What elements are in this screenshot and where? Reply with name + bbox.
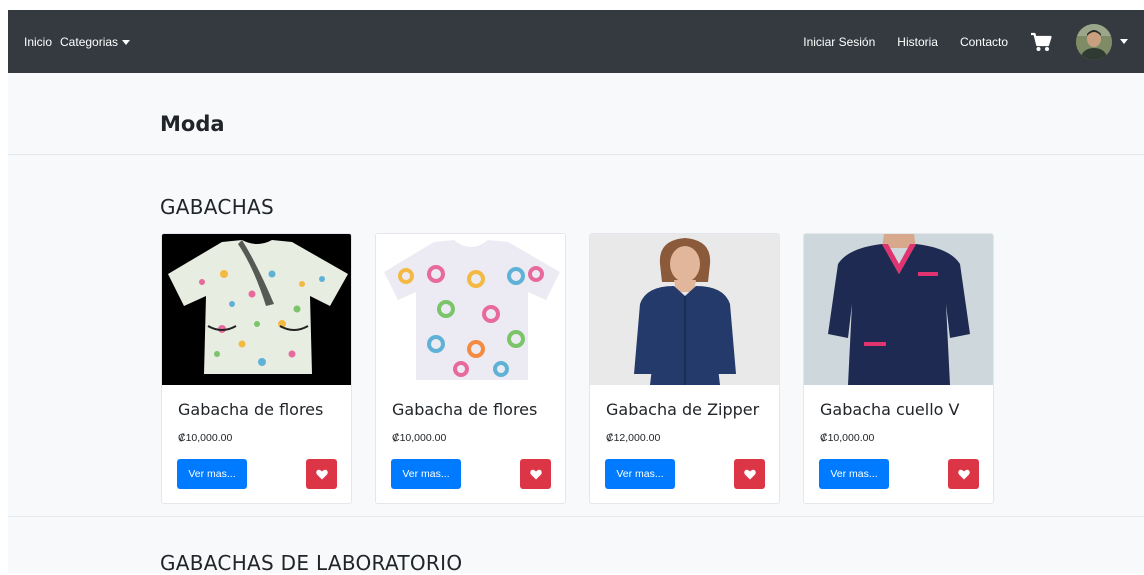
product-name: Gabacha de flores [392,400,538,419]
product-card: Gabacha de flores ₡10,000.00 Ver mas... [161,233,352,504]
product-price: ₡10,000.00 [392,432,447,444]
product-grid: Gabacha de flores ₡10,000.00 Ver mas... [161,233,994,504]
heart-icon [957,469,970,479]
shopping-cart-icon[interactable] [1030,32,1052,52]
avatar-photo-icon [1076,23,1112,60]
product-image[interactable] [804,234,993,385]
nav-login-link[interactable]: Iniciar Sesión [803,35,875,49]
section-divider [8,516,1144,517]
favorite-button[interactable] [306,459,337,489]
product-price: ₡10,000.00 [178,432,233,444]
page-title: Moda [160,112,225,136]
user-avatar[interactable] [1076,23,1112,60]
favorite-button[interactable] [734,459,765,489]
see-more-button[interactable]: Ver mas... [391,459,461,489]
heart-icon [743,469,756,479]
avatar-caret-down-icon[interactable] [1120,39,1128,44]
section-title-gabachas: GABACHAS [160,195,275,219]
nav-categories-label: Categorias [60,34,119,49]
product-card: Gabacha de flores ₡10,000.00 Ver mas... [375,233,566,504]
product-price: ₡10,000.00 [820,432,875,444]
product-card: Gabacha cuello V ₡10,000.00 Ver mas... [803,233,994,504]
nav-history-link[interactable]: Historia [897,35,938,49]
product-name: Gabacha de Zipper [606,400,760,419]
product-image[interactable] [376,234,565,385]
product-image[interactable] [590,234,779,385]
favorite-button[interactable] [948,459,979,489]
heart-icon [315,469,328,479]
favorite-button[interactable] [520,459,551,489]
nav-home-link[interactable]: Inicio [24,35,52,49]
navbar: Inicio Categorias Iniciar Sesión Histori… [8,10,1144,73]
nav-contact-link[interactable]: Contacto [960,35,1008,49]
see-more-button[interactable]: Ver mas... [819,459,889,489]
caret-down-icon [122,39,131,45]
product-image[interactable] [162,234,351,385]
see-more-button[interactable]: Ver mas... [605,459,675,489]
product-price: ₡12,000.00 [606,432,661,444]
top-strip [0,0,1144,10]
main-content: Moda GABACHAS Gabacha de flores ₡10,000. [8,73,1144,575]
heart-icon [529,469,542,479]
product-card: Gabacha de Zipper ₡12,000.00 Ver mas... [589,233,780,504]
product-name: Gabacha de flores [178,400,324,419]
see-more-button[interactable]: Ver mas... [177,459,247,489]
product-name: Gabacha cuello V [820,400,960,419]
nav-right: Iniciar Sesión Historia Contacto [781,10,1128,73]
nav-categories-dropdown[interactable]: Categorias [60,34,131,49]
section-title-lab-coats: GABACHAS DE LABORATORIO [160,551,463,575]
nav-left: Inicio Categorias [24,10,131,73]
